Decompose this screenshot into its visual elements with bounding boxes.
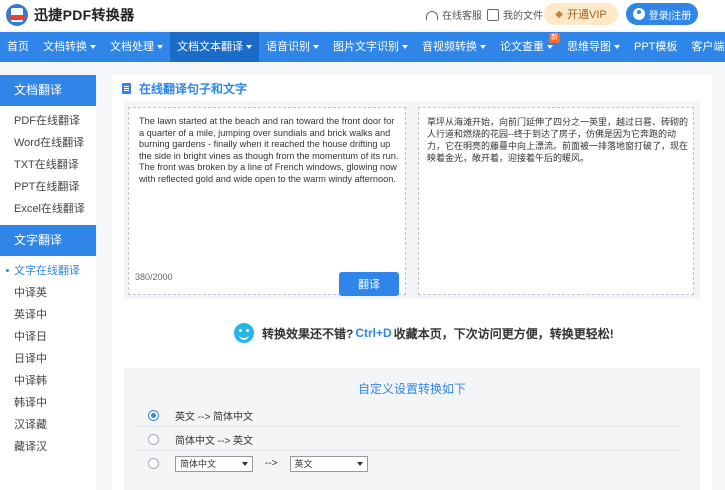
my-files-label: 我的文件 <box>503 11 543 22</box>
text-translate-list: 文字在线翻译 中译英 英译中 中译日 日译中 中译韩 韩译中 汉译藏 藏译汉 <box>0 256 96 458</box>
result-textarea[interactable]: 草坪从海滩开始，向前门延伸了四分之一英里，越过日晷、砖砌的人行道和燃烧的花园--… <box>418 107 694 295</box>
promo-suffix: 收藏本页，下次访问更方便，转换更轻松! <box>393 326 614 341</box>
online-service-link[interactable]: 在线客服 <box>426 7 482 22</box>
diamond-icon: ◆ <box>555 8 563 20</box>
brand-name: 迅捷PDF转换器 <box>34 7 135 23</box>
sidebar-item[interactable]: 日译中 <box>0 348 96 370</box>
result-text: 草坪从海滩开始，向前门延伸了四分之一英里，越过日晷、砖砌的人行道和燃烧的花园--… <box>427 117 689 163</box>
login-register-button[interactable]: 登录|注册 <box>626 3 698 25</box>
vip-button[interactable]: ◆ 开通VIP <box>544 3 618 25</box>
nav-item-9[interactable]: PPT模板 <box>627 32 684 62</box>
login-label: 登录|注册 <box>648 10 692 22</box>
brand-logo[interactable]: 迅捷PDF转换器 <box>6 4 134 26</box>
smile-icon <box>234 323 254 343</box>
main-nav: 首页 文档转换 文档处理 文档文本翻译 语音识别 图片文字识别 音视频转换 论文查重新思维导图… <box>0 32 725 62</box>
sidebar-item[interactable]: 中译英 <box>0 282 96 304</box>
nav-item-0[interactable]: 首页 <box>0 32 36 62</box>
nav-item-label: 首页 <box>7 41 29 53</box>
sidebar-section-doc-translate[interactable]: 文档翻译 <box>0 75 96 106</box>
bookmark-promo: 转换效果还不错? Ctrl+D 收藏本页，下次访问更方便，转换更轻松! <box>234 323 614 343</box>
nav-item-5[interactable]: 图片文字识别 <box>326 32 415 62</box>
pdf-logo-icon <box>6 4 28 26</box>
chevron-down-icon <box>402 45 408 50</box>
section-title: 在线翻译句子和文字 <box>122 80 247 97</box>
chevron-down-icon <box>246 45 252 50</box>
promo-shortcut: Ctrl+D <box>355 326 392 340</box>
nav-item-6[interactable]: 音视频转换 <box>415 32 493 62</box>
nav-item-label: 音视频转换 <box>422 41 477 53</box>
headset-icon <box>426 11 438 20</box>
sidebar-item[interactable]: PDF在线翻译 <box>0 110 96 132</box>
nav-item-label: 客户端 <box>691 41 725 53</box>
translate-button[interactable]: 翻译 <box>339 272 399 296</box>
sidebar-item[interactable]: PPT在线翻译 <box>0 176 96 198</box>
section-title-text: 在线翻译句子和文字 <box>139 82 248 96</box>
sidebar: 文档翻译 PDF在线翻译 Word在线翻译 TXT在线翻译 PPT在线翻译 Excel在… <box>0 75 96 490</box>
nav-item-label: 论文查重 <box>500 41 544 53</box>
user-icon <box>632 8 645 20</box>
chevron-down-icon <box>313 45 319 50</box>
my-files-link[interactable]: 我的文件 <box>487 7 543 22</box>
nav-item-8[interactable]: 思维导图 <box>560 32 627 62</box>
sidebar-item[interactable]: 文字在线翻译 <box>0 260 96 282</box>
target-language-select[interactable]: 英文 <box>289 455 368 472</box>
chevron-down-icon <box>614 45 620 50</box>
sidebar-item[interactable]: 藏译汉 <box>0 436 96 458</box>
option-en-to-zh-label: 英文 --> 简体中文 <box>175 411 254 423</box>
translation-area: The lawn started at the beach and ran to… <box>124 101 700 299</box>
custom-settings-title: 自定义设置转换如下 <box>357 382 466 396</box>
sidebar-item[interactable]: 中译韩 <box>0 370 96 392</box>
chevron-down-icon <box>547 45 553 50</box>
nav-item-label: 思维导图 <box>567 41 611 53</box>
promo-prefix: 转换效果还不错? <box>262 326 354 341</box>
nav-item-3[interactable]: 文档文本翻译 <box>170 32 259 62</box>
option-custom-radio[interactable] <box>148 458 159 469</box>
nav-item-7[interactable]: 论文查重新 <box>493 32 560 62</box>
nav-item-label: 文档文本翻译 <box>177 41 243 53</box>
nav-item-1[interactable]: 文档转换 <box>36 32 103 62</box>
sidebar-item[interactable]: 中译日 <box>0 326 96 348</box>
online-service-label: 在线客服 <box>442 11 482 22</box>
nav-item-label: 文档转换 <box>43 41 87 53</box>
sidebar-item[interactable]: Excel在线翻译 <box>0 198 96 220</box>
char-counter: 380/2000 <box>135 272 173 282</box>
file-icon <box>487 8 499 21</box>
sidebar-section-text-translate[interactable]: 文字翻译 <box>0 225 96 256</box>
source-text[interactable]: The lawn started at the beach and ran to… <box>139 116 401 186</box>
option-en-to-zh[interactable]: 英文 --> 简体中文 <box>134 404 680 427</box>
option-custom-pair[interactable]: 简体中文 --> 英文 <box>134 452 680 475</box>
vip-label: 开通VIP <box>566 9 607 21</box>
nav-item-label: 文档处理 <box>110 41 154 53</box>
nav-item-2[interactable]: 文档处理 <box>103 32 170 62</box>
chevron-down-icon <box>90 45 96 50</box>
sidebar-item[interactable]: 英译中 <box>0 304 96 326</box>
top-bar: 迅捷PDF转换器 在线客服 我的文件 ◆ 开通VIP 登录|注册 <box>0 0 725 30</box>
source-textarea[interactable]: The lawn started at the beach and ran to… <box>128 107 406 296</box>
source-language-select[interactable]: 简体中文 <box>175 455 253 472</box>
nav-item-label: 图片文字识别 <box>333 41 399 53</box>
sidebar-item[interactable]: TXT在线翻译 <box>0 154 96 176</box>
option-en-to-zh-radio[interactable] <box>148 409 159 421</box>
nav-item-label: 语音识别 <box>266 41 310 53</box>
option-zh-to-en[interactable]: 简体中文 --> 英文 <box>134 428 680 451</box>
nav-item-label: PPT模板 <box>634 41 678 53</box>
custom-settings: 自定义设置转换如下 英文 --> 简体中文 简体中文 --> 英文 简体中文 -… <box>124 368 700 490</box>
sidebar-item[interactable]: 汉译藏 <box>0 414 96 436</box>
option-zh-to-en-radio[interactable] <box>148 433 159 445</box>
sidebar-item[interactable]: Word在线翻译 <box>0 132 96 154</box>
option-zh-to-en-label: 简体中文 --> 英文 <box>175 435 254 447</box>
chevron-down-icon <box>157 45 163 50</box>
main-panel: 在线翻译句子和文字 The lawn started at the beach … <box>112 75 712 490</box>
new-badge: 新 <box>549 33 560 43</box>
document-icon <box>122 83 131 94</box>
nav-item-10[interactable]: 客户端 <box>684 32 725 62</box>
custom-arrow: --> <box>265 458 278 469</box>
sidebar-item[interactable]: 韩译中 <box>0 392 96 414</box>
doc-translate-list: PDF在线翻译 Word在线翻译 TXT在线翻译 PPT在线翻译 Excel在线翻译 <box>0 106 96 220</box>
nav-item-4[interactable]: 语音识别 <box>259 32 326 62</box>
chevron-down-icon <box>480 45 486 50</box>
